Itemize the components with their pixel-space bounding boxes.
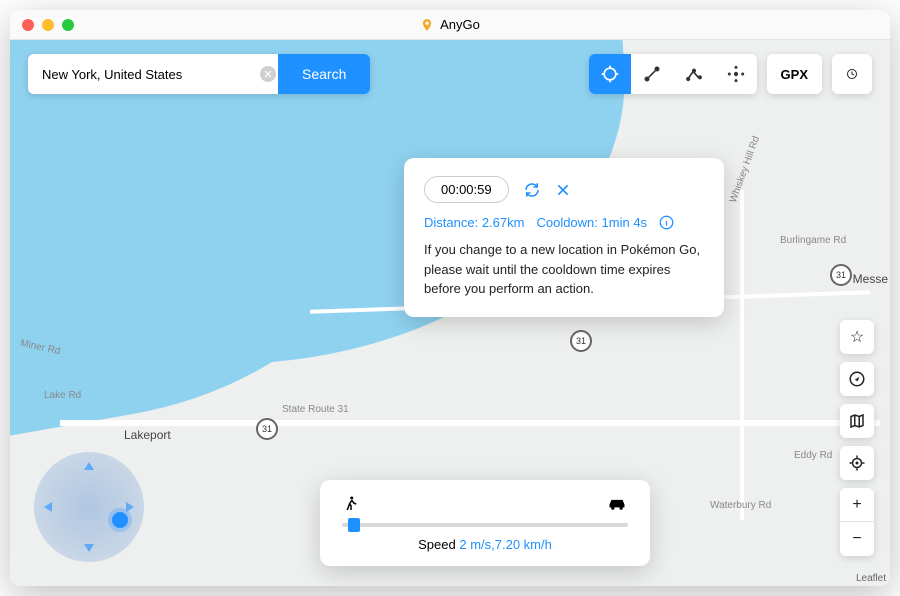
- minus-icon: −: [852, 530, 861, 548]
- window-controls: [22, 19, 74, 31]
- speed-slider-thumb[interactable]: [348, 518, 360, 532]
- map-place-label: Messe: [853, 272, 888, 286]
- joystick-knob[interactable]: [112, 512, 128, 528]
- compass-icon: [848, 370, 866, 388]
- distance-text: Distance: 2.67km: [424, 215, 524, 230]
- minimize-window-button[interactable]: [42, 19, 54, 31]
- direction-joystick[interactable]: [34, 452, 144, 562]
- window-title: AnyGo: [420, 17, 480, 32]
- fullscreen-window-button[interactable]: [62, 19, 74, 31]
- locate-me-button[interactable]: [840, 446, 874, 480]
- app-icon: [420, 18, 434, 32]
- jump-teleport-icon: [726, 64, 746, 84]
- two-dot-route-icon: [642, 64, 662, 84]
- map-road-label: State Route 31: [282, 404, 349, 415]
- map-attribution: Leaflet: [856, 573, 886, 584]
- search-button[interactable]: Search: [278, 54, 370, 94]
- map-road-label: Eddy Rd: [794, 450, 832, 461]
- route-shield-icon: 31: [570, 330, 592, 352]
- clock-icon: [846, 65, 858, 83]
- plus-icon: +: [852, 496, 861, 514]
- map-icon: [848, 412, 866, 430]
- joystick-arrows-icon: [34, 452, 144, 562]
- map-layers-button[interactable]: [840, 404, 874, 438]
- zoom-out-button[interactable]: −: [840, 522, 874, 556]
- map-road-label: Burlingame Rd: [780, 235, 846, 246]
- route-shield-icon: 31: [830, 264, 852, 286]
- mode-group: [589, 54, 757, 94]
- cooldown-text: Cooldown: 1min 4s: [536, 215, 647, 230]
- compass-button[interactable]: [840, 362, 874, 396]
- close-window-button[interactable]: [22, 19, 34, 31]
- close-info-card-button[interactable]: [555, 182, 571, 198]
- info-card-body: If you change to a new location in Pokém…: [424, 240, 704, 299]
- history-button[interactable]: [832, 54, 872, 94]
- info-icon[interactable]: [659, 215, 674, 230]
- cooldown-info-card: 00:00:59 Distance: 2.67km Cooldown: 1min…: [404, 158, 724, 317]
- refresh-cooldown-button[interactable]: [523, 181, 541, 199]
- tool-row: GPX: [589, 54, 872, 94]
- refresh-icon: [523, 181, 541, 199]
- locate-icon: [848, 454, 866, 472]
- crosshair-icon: [600, 64, 620, 84]
- route-shield-icon: 31: [256, 418, 278, 440]
- map-place-label: Lakeport: [124, 428, 171, 442]
- close-icon: ✕: [263, 68, 272, 81]
- search-container: ✕ Search: [28, 54, 370, 94]
- map-road-label: Waterbury Rd: [710, 500, 771, 511]
- map-road-label: Lake Rd: [44, 390, 81, 401]
- car-icon: [606, 494, 628, 519]
- star-icon: ☆: [850, 327, 864, 347]
- gpx-button[interactable]: GPX: [767, 54, 822, 94]
- side-tool-column: ☆ + −: [840, 320, 874, 556]
- top-toolbar: ✕ Search GPX: [28, 54, 872, 94]
- app-window: AnyGo Lakeport Messe State Route 31 Lake…: [10, 10, 890, 586]
- title-bar: AnyGo: [10, 10, 890, 40]
- favorites-button[interactable]: ☆: [840, 320, 874, 354]
- speed-control-card: Speed 2 m/s,7.20 km/h: [320, 480, 650, 566]
- clear-search-button[interactable]: ✕: [260, 66, 276, 82]
- speed-slider[interactable]: [342, 523, 628, 527]
- zoom-in-button[interactable]: +: [840, 488, 874, 522]
- app-title-text: AnyGo: [440, 17, 480, 32]
- two-spot-mode-button[interactable]: [631, 54, 673, 94]
- search-input[interactable]: [28, 54, 278, 94]
- close-icon: [555, 182, 571, 198]
- walk-icon: [342, 494, 360, 519]
- cooldown-timer: 00:00:59: [424, 176, 509, 203]
- jump-teleport-mode-button[interactable]: [715, 54, 757, 94]
- multi-spot-mode-button[interactable]: [673, 54, 715, 94]
- map-road-label: Whiskey Hill Rd: [728, 135, 762, 205]
- speed-readout: Speed 2 m/s,7.20 km/h: [342, 537, 628, 552]
- multi-dot-route-icon: [684, 64, 704, 84]
- zoom-control: + −: [840, 488, 874, 556]
- teleport-mode-button[interactable]: [589, 54, 631, 94]
